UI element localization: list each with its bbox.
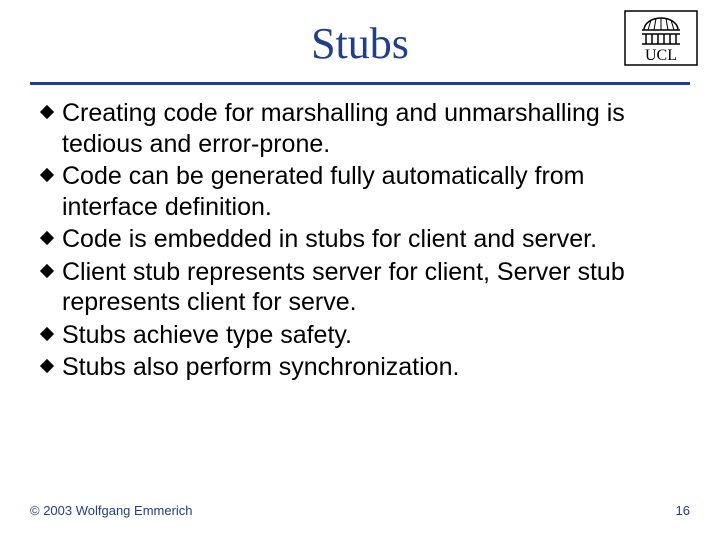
list-item: Stubs achieve type safety. xyxy=(40,320,680,351)
title-divider xyxy=(30,82,690,85)
list-item-text: Stubs also perform synchronization. xyxy=(62,352,680,383)
footer-copyright: © 2003 Wolfgang Emmerich xyxy=(30,503,193,518)
slide-title: Stubs xyxy=(0,18,720,69)
footer-page-number: 16 xyxy=(676,503,690,518)
list-item: Creating code for marshalling and unmars… xyxy=(40,98,680,159)
list-item: Client stub represents server for client… xyxy=(40,257,680,318)
bullet-marker xyxy=(40,352,62,371)
list-item-text: Code is embedded in stubs for client and… xyxy=(62,224,680,255)
list-item-text: Client stub represents server for client… xyxy=(62,257,680,318)
list-item: Code is embedded in stubs for client and… xyxy=(40,224,680,255)
bullet-marker xyxy=(40,320,62,339)
ucl-logo: UCL xyxy=(624,10,698,66)
list-item: Code can be generated fully automaticall… xyxy=(40,161,680,222)
slide: Stubs UCL xyxy=(0,0,720,540)
bullet-marker xyxy=(40,257,62,276)
bullet-marker xyxy=(40,224,62,243)
list-item-text: Code can be generated fully automaticall… xyxy=(62,161,680,222)
list-item-text: Stubs achieve type safety. xyxy=(62,320,680,351)
bullet-marker xyxy=(40,161,62,180)
list-item-text: Creating code for marshalling and unmars… xyxy=(62,98,680,159)
logo-text: UCL xyxy=(645,47,677,64)
bullet-marker xyxy=(40,98,62,117)
list-item: Stubs also perform synchronization. xyxy=(40,352,680,383)
bullet-list: Creating code for marshalling and unmars… xyxy=(40,98,680,385)
